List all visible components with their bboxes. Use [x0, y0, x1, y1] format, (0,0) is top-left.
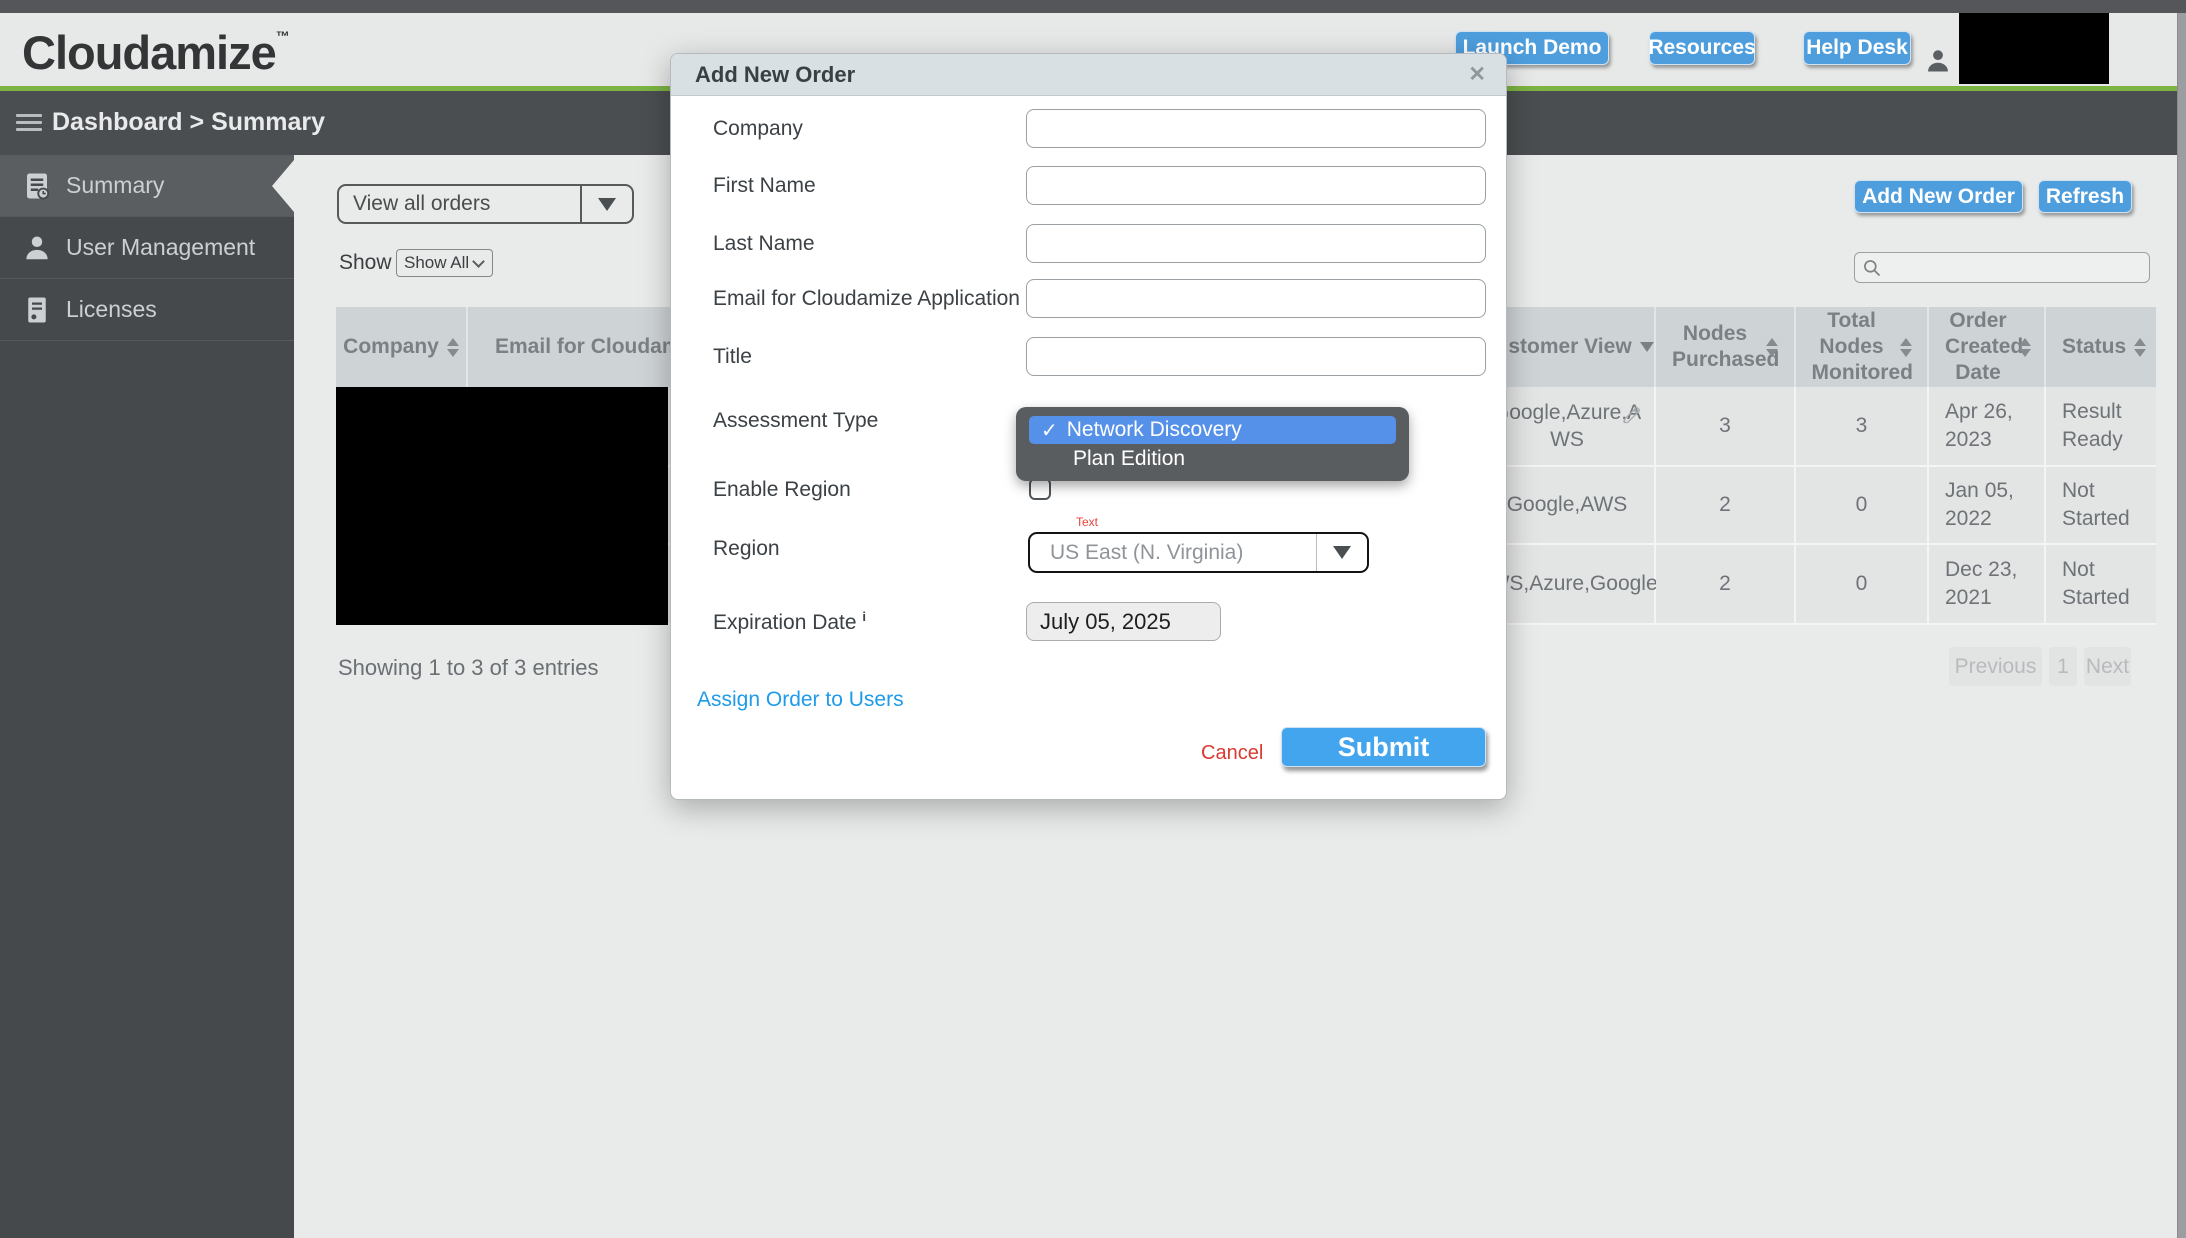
region-hint-text: Text	[1076, 515, 1098, 529]
sort-icon	[1900, 338, 1912, 357]
app-window: Cloudamize™ Launch Demo Resources Help D…	[0, 0, 2186, 1238]
region-label: Region	[713, 537, 780, 561]
sidebar-item-label: Licenses	[66, 296, 157, 323]
cancel-button[interactable]: Cancel	[1201, 742, 1263, 765]
email-field[interactable]	[1026, 279, 1486, 318]
enable-region-label: Enable Region	[713, 478, 851, 502]
add-new-order-button[interactable]: Add New Order	[1854, 180, 2023, 213]
email-label: Email for Cloudamize Application	[713, 287, 1020, 311]
cell-status: Not Started	[2046, 467, 2156, 545]
option-network-discovery[interactable]: ✓ Network Discovery	[1029, 416, 1396, 444]
cell-total-nodes: 3	[1796, 387, 1929, 467]
cell-total-nodes: 0	[1796, 467, 1929, 545]
cell-nodes-purchased: 3	[1656, 387, 1796, 467]
assessment-type-label: Assessment Type	[713, 409, 878, 433]
assign-order-link[interactable]: Assign Order to Users	[697, 688, 904, 712]
sort-icon	[2019, 338, 2031, 357]
expiration-date-label: Expiration Date i	[713, 609, 866, 635]
first-name-field[interactable]	[1026, 166, 1486, 205]
close-icon[interactable]: ✕	[1468, 62, 1486, 87]
info-superscript: i	[862, 609, 866, 624]
browser-top-strip	[0, 0, 2186, 13]
modal-header: Add New Order ✕	[671, 54, 1506, 96]
summary-report-icon	[22, 171, 52, 201]
table-search[interactable]	[1854, 252, 2150, 283]
next-page-button[interactable]: Next	[2084, 647, 2131, 686]
sidebar-item-label: User Management	[66, 234, 255, 261]
option-plan-edition[interactable]: Plan Edition	[1029, 444, 1396, 474]
cell-nodes-purchased: 2	[1656, 467, 1796, 545]
orders-filter-value: View all orders	[353, 192, 580, 216]
sidebar-item-label: Summary	[66, 172, 164, 199]
checkmark-icon: ✓	[1041, 418, 1058, 443]
previous-page-button[interactable]: Previous	[1949, 647, 2042, 686]
redacted-username	[1959, 13, 2109, 84]
sort-icon	[2134, 338, 2146, 357]
entries-summary: Showing 1 to 3 of 3 entries	[338, 655, 599, 681]
cell-nodes-purchased: 2	[1656, 545, 1796, 625]
column-header-company[interactable]: Company	[336, 307, 468, 387]
search-input[interactable]	[1882, 253, 2149, 282]
sidebar-item-user-management[interactable]: User Management	[0, 217, 294, 279]
title-field[interactable]	[1026, 337, 1486, 376]
user-icon	[1924, 47, 1952, 75]
dropdown-arrow-zone[interactable]	[1317, 534, 1367, 571]
modal-title: Add New Order	[695, 62, 1468, 88]
sort-desc-icon	[1640, 342, 1654, 352]
company-field[interactable]	[1026, 109, 1486, 148]
sort-icon	[447, 338, 459, 357]
add-new-order-modal: Add New Order ✕ Company First Name Last …	[670, 53, 1507, 800]
user-management-icon	[22, 233, 52, 263]
cell-order-created: Apr 26, 2023	[1929, 387, 2046, 467]
page-scrollbar[interactable]	[2177, 13, 2186, 1238]
pagination: Previous 1 Next	[1949, 647, 2131, 686]
column-header-status[interactable]: Status	[2046, 307, 2156, 387]
cell-order-created: Dec 23, 2021	[1929, 545, 2046, 625]
column-header-order-created[interactable]: Order Created Date	[1929, 307, 2046, 387]
edit-pencil-icon[interactable]	[1622, 405, 1642, 425]
enable-region-checkbox[interactable]	[1029, 478, 1051, 500]
cell-status: Result Ready	[2046, 387, 2156, 467]
assessment-type-dropdown: ✓ Network Discovery Plan Edition	[1016, 407, 1409, 481]
column-header-total-nodes[interactable]: Total Nodes Monitored	[1796, 307, 1929, 387]
cell-total-nodes: 0	[1796, 545, 1929, 625]
page-1-button[interactable]: 1	[2049, 647, 2077, 686]
show-entries-value: Show All	[404, 253, 474, 273]
chevron-down-icon	[472, 255, 485, 268]
dropdown-arrow-zone[interactable]	[582, 186, 632, 222]
search-icon	[1862, 258, 1882, 278]
region-select[interactable]: US East (N. Virginia)	[1028, 532, 1369, 573]
redacted-table-data	[336, 387, 668, 625]
sidebar: Summary User Management Licenses	[0, 155, 294, 1238]
refresh-button[interactable]: Refresh	[2038, 180, 2132, 213]
last-name-label: Last Name	[713, 232, 815, 256]
show-entries-select[interactable]: Show All	[396, 249, 493, 277]
chevron-down-icon	[598, 198, 616, 211]
orders-filter-select[interactable]: View all orders	[337, 184, 634, 224]
submit-button[interactable]: Submit	[1281, 727, 1486, 767]
option-label: Plan Edition	[1073, 447, 1185, 471]
cloudamize-logo: Cloudamize™	[22, 25, 290, 80]
cell-status: Not Started	[2046, 545, 2156, 625]
menu-icon[interactable]	[16, 114, 42, 133]
region-value: US East (N. Virginia)	[1050, 541, 1316, 565]
sidebar-item-licenses[interactable]: Licenses	[0, 279, 294, 341]
column-header-nodes-purchased[interactable]: Nodes Purchased	[1656, 307, 1796, 387]
sort-icon	[1766, 338, 1778, 357]
first-name-label: First Name	[713, 174, 816, 198]
chevron-down-icon	[1333, 546, 1351, 559]
show-label: Show	[339, 251, 392, 275]
title-label: Title	[713, 345, 752, 369]
expiration-date-field[interactable]	[1026, 602, 1221, 641]
last-name-field[interactable]	[1026, 224, 1486, 263]
breadcrumb: Dashboard > Summary	[52, 108, 325, 137]
sidebar-item-summary[interactable]: Summary	[0, 155, 294, 217]
option-label: Network Discovery	[1067, 418, 1242, 442]
trademark-symbol: ™	[276, 28, 290, 44]
help-desk-button[interactable]: Help Desk	[1803, 31, 1911, 65]
resources-button[interactable]: Resources	[1649, 31, 1755, 65]
licenses-icon	[22, 295, 52, 325]
cell-order-created: Jan 05, 2022	[1929, 467, 2046, 545]
company-label: Company	[713, 117, 803, 141]
